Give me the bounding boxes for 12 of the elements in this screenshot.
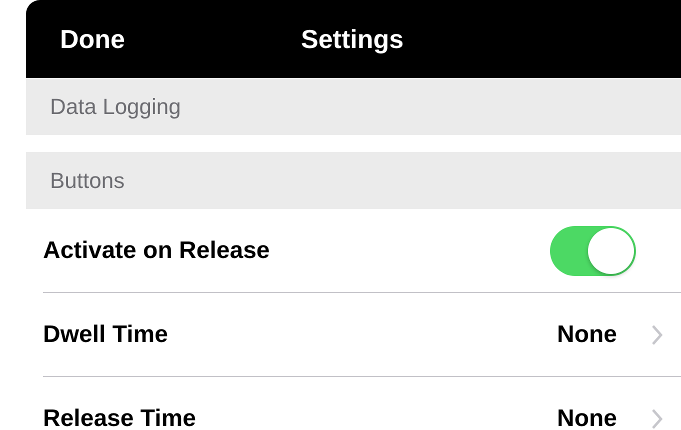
row-label: Release Time	[43, 404, 197, 430]
chevron-icon	[651, 408, 663, 430]
row-value: None	[557, 320, 617, 348]
section-header: Buttons	[26, 152, 681, 209]
chevron-icon	[651, 324, 663, 346]
row-value: None	[557, 404, 617, 430]
navigation-title: Settings	[301, 24, 404, 54]
section-header: Data Logging	[26, 78, 681, 135]
done-button[interactable]: Done	[60, 24, 125, 54]
row-label: Activate on Release	[43, 236, 271, 264]
toggle-switch[interactable]	[550, 226, 636, 276]
row-label: Dwell Time	[43, 320, 169, 348]
